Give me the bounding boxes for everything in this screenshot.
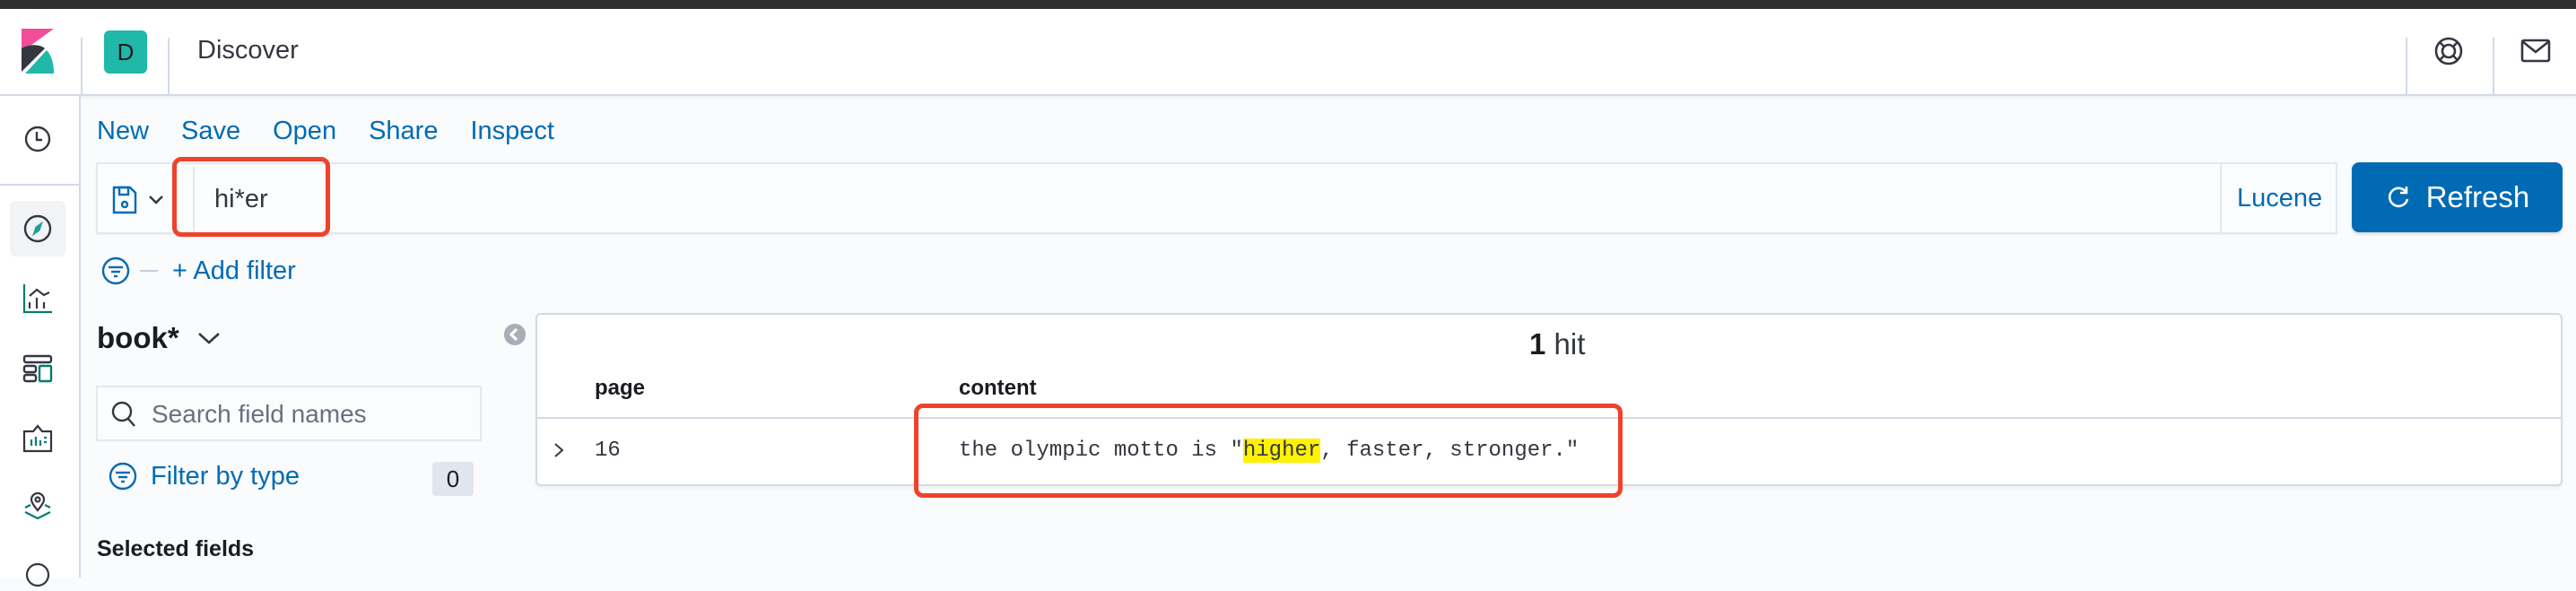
query-bar: Lucene (96, 162, 2337, 234)
visualize-icon[interactable] (22, 282, 54, 315)
save-icon (112, 186, 137, 214)
filter-by-type-label: Filter by type (151, 461, 300, 491)
clock-icon[interactable] (22, 123, 54, 155)
window-top-bar (0, 0, 2576, 9)
content-text-before: the olympic motto is " (959, 439, 1243, 463)
filter-divider (140, 270, 158, 272)
hit-count-label: hit (1553, 327, 1586, 361)
column-header-content[interactable]: content (959, 376, 1037, 401)
query-divider (193, 166, 195, 232)
hit-count-value: 1 (1529, 327, 1546, 361)
side-nav (0, 96, 81, 587)
field-search-input[interactable] (152, 395, 474, 434)
chevron-down-icon (149, 196, 163, 204)
filter-count-badge: 0 (432, 462, 474, 496)
top-nav-menu: New Save Open Share Inspect (97, 117, 587, 146)
help-icon[interactable] (2433, 36, 2464, 66)
kibana-logo-icon[interactable] (20, 29, 56, 74)
space-avatar[interactable]: D (104, 30, 147, 74)
app-title: Discover (197, 36, 299, 65)
app-header: D Discover (0, 9, 2576, 96)
saved-query-menu-button[interactable] (110, 182, 173, 218)
refresh-label: Refresh (2425, 180, 2530, 213)
filter-menu-icon[interactable] (100, 256, 131, 286)
maps-icon[interactable] (22, 491, 54, 523)
header-divider (168, 38, 170, 96)
refresh-icon (2388, 187, 2408, 208)
content-highlight: higher (1242, 439, 1321, 463)
query-divider (2220, 164, 2222, 232)
compass-icon[interactable] (22, 213, 54, 245)
cell-content: the olympic motto is "higher, faster, st… (959, 439, 1579, 463)
filter-by-type-button[interactable]: Filter by type (108, 461, 300, 491)
results-panel: 1 hit page content 16 the olympic motto … (535, 313, 2563, 486)
collapse-sidebar-button[interactable] (504, 324, 526, 345)
search-icon (111, 401, 135, 427)
nav-divider (0, 184, 79, 186)
more-apps-icon[interactable] (22, 559, 54, 591)
query-language-button[interactable]: Lucene (2237, 184, 2322, 213)
expand-row-chevron-icon[interactable] (550, 437, 568, 464)
index-pattern-selector[interactable]: book* (97, 321, 221, 355)
header-divider (2493, 38, 2494, 96)
refresh-button[interactable]: Refresh (2352, 162, 2563, 232)
menu-new[interactable]: New (97, 117, 149, 146)
column-header-page[interactable]: page (595, 376, 645, 401)
menu-save[interactable]: Save (181, 117, 240, 146)
menu-share[interactable]: Share (369, 117, 438, 146)
chevron-down-icon (197, 333, 220, 344)
add-filter-button[interactable]: + Add filter (172, 256, 296, 286)
cell-page: 16 (595, 439, 621, 463)
content-text-after: , faster, stronger." (1320, 439, 1580, 463)
filter-bar: + Add filter (100, 253, 296, 289)
dashboard-icon[interactable] (22, 352, 54, 385)
field-search-box (96, 386, 482, 441)
canvas-icon[interactable] (22, 422, 54, 455)
menu-open[interactable]: Open (273, 117, 336, 146)
header-divider (2406, 38, 2407, 96)
table-header-divider (537, 417, 2561, 419)
menu-inspect[interactable]: Inspect (470, 117, 554, 146)
filter-icon (109, 462, 137, 491)
selected-fields-heading: Selected fields (97, 536, 255, 561)
header-divider (81, 38, 83, 96)
hit-count: 1 hit (1529, 327, 1585, 361)
index-pattern-name: book* (97, 321, 179, 354)
query-input[interactable] (214, 175, 2188, 223)
mail-icon[interactable] (2520, 36, 2551, 66)
